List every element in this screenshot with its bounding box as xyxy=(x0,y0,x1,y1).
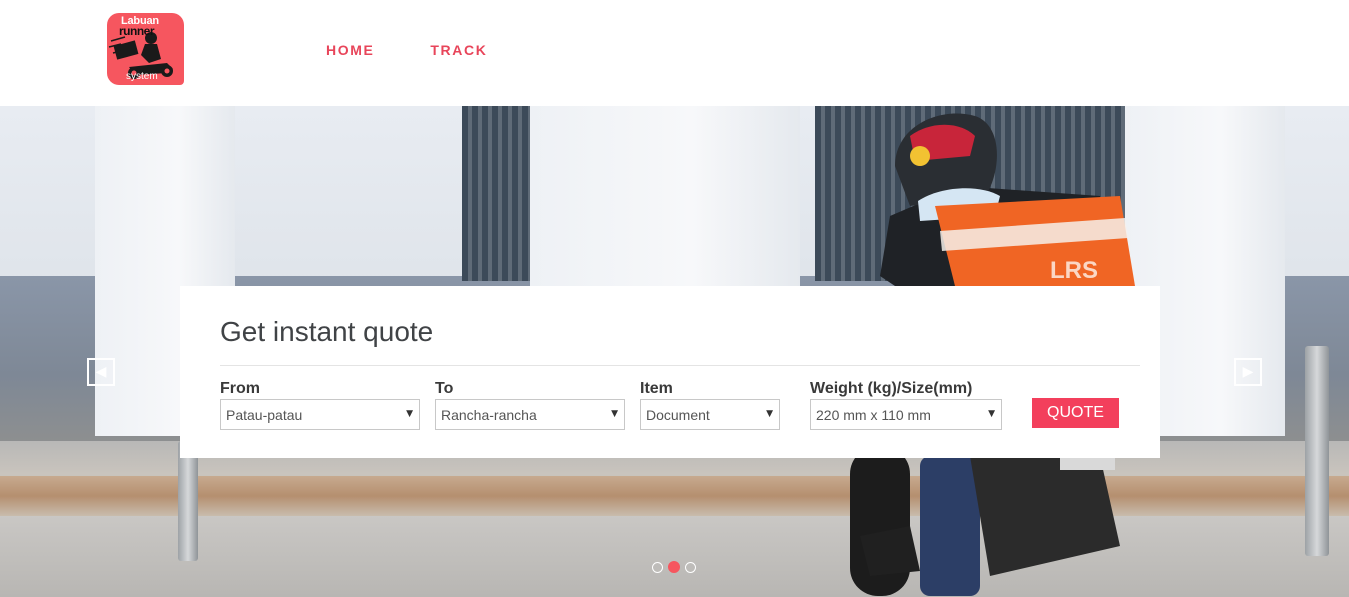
logo-text-system: system xyxy=(126,71,158,82)
main-nav: HOME TRACK xyxy=(326,42,487,58)
weight-size-select-value: 220 mm x 110 mm xyxy=(816,407,931,423)
chevron-left-icon: ◀ xyxy=(95,364,107,380)
nav-home-link[interactable]: HOME xyxy=(326,42,374,58)
carousel-dot-2[interactable] xyxy=(668,561,680,573)
chevron-down-icon: ▼ xyxy=(766,409,773,419)
nav-track-link[interactable]: TRACK xyxy=(430,42,487,58)
item-field: Item Document ▼ xyxy=(640,380,780,430)
carousel-dot-1[interactable] xyxy=(652,561,663,573)
carousel-next-button[interactable]: ▶ xyxy=(1234,358,1262,386)
chevron-down-icon: ▼ xyxy=(611,409,618,419)
hero-bollard xyxy=(1305,346,1329,556)
logo[interactable]: Labuan runner system xyxy=(107,13,184,85)
to-select[interactable]: Rancha-rancha ▼ xyxy=(435,399,625,430)
to-label: To xyxy=(435,380,454,397)
item-label: Item xyxy=(640,380,673,397)
bag-lrs-label: LRS xyxy=(1050,257,1098,284)
from-select[interactable]: Patau-patau ▼ xyxy=(220,399,420,430)
weight-size-field: Weight (kg)/Size(mm) 220 mm x 110 mm ▼ xyxy=(810,380,1002,430)
weight-size-select[interactable]: 220 mm x 110 mm ▼ xyxy=(810,399,1002,430)
hero-window-grille xyxy=(462,106,530,281)
carousel-indicators xyxy=(652,561,696,573)
carousel-prev-button[interactable]: ◀ xyxy=(87,358,115,386)
carousel-dot-3[interactable] xyxy=(685,561,696,573)
item-select[interactable]: Document ▼ xyxy=(640,399,780,430)
item-select-value: Document xyxy=(646,407,710,423)
quote-form-divider xyxy=(220,365,1140,366)
from-field: From Patau-patau ▼ xyxy=(220,380,420,430)
logo-text-runner: runner xyxy=(119,24,155,38)
from-label: From xyxy=(220,380,260,397)
hero-bollard xyxy=(178,441,198,561)
to-select-value: Rancha-rancha xyxy=(441,407,537,423)
quote-form-title: Get instant quote xyxy=(220,316,434,347)
to-field: To Rancha-rancha ▼ xyxy=(435,380,625,430)
chevron-down-icon: ▼ xyxy=(406,409,413,419)
quote-form-card: Get instant quote From Patau-patau ▼ To … xyxy=(180,286,1160,458)
weight-size-label: Weight (kg)/Size(mm) xyxy=(810,380,973,397)
chevron-down-icon: ▼ xyxy=(988,409,995,419)
quote-button[interactable]: QUOTE xyxy=(1032,398,1119,428)
from-select-value: Patau-patau xyxy=(226,407,303,423)
site-header: Labuan runner system HOME TRACK xyxy=(0,0,1349,106)
chevron-right-icon: ▶ xyxy=(1242,364,1254,380)
